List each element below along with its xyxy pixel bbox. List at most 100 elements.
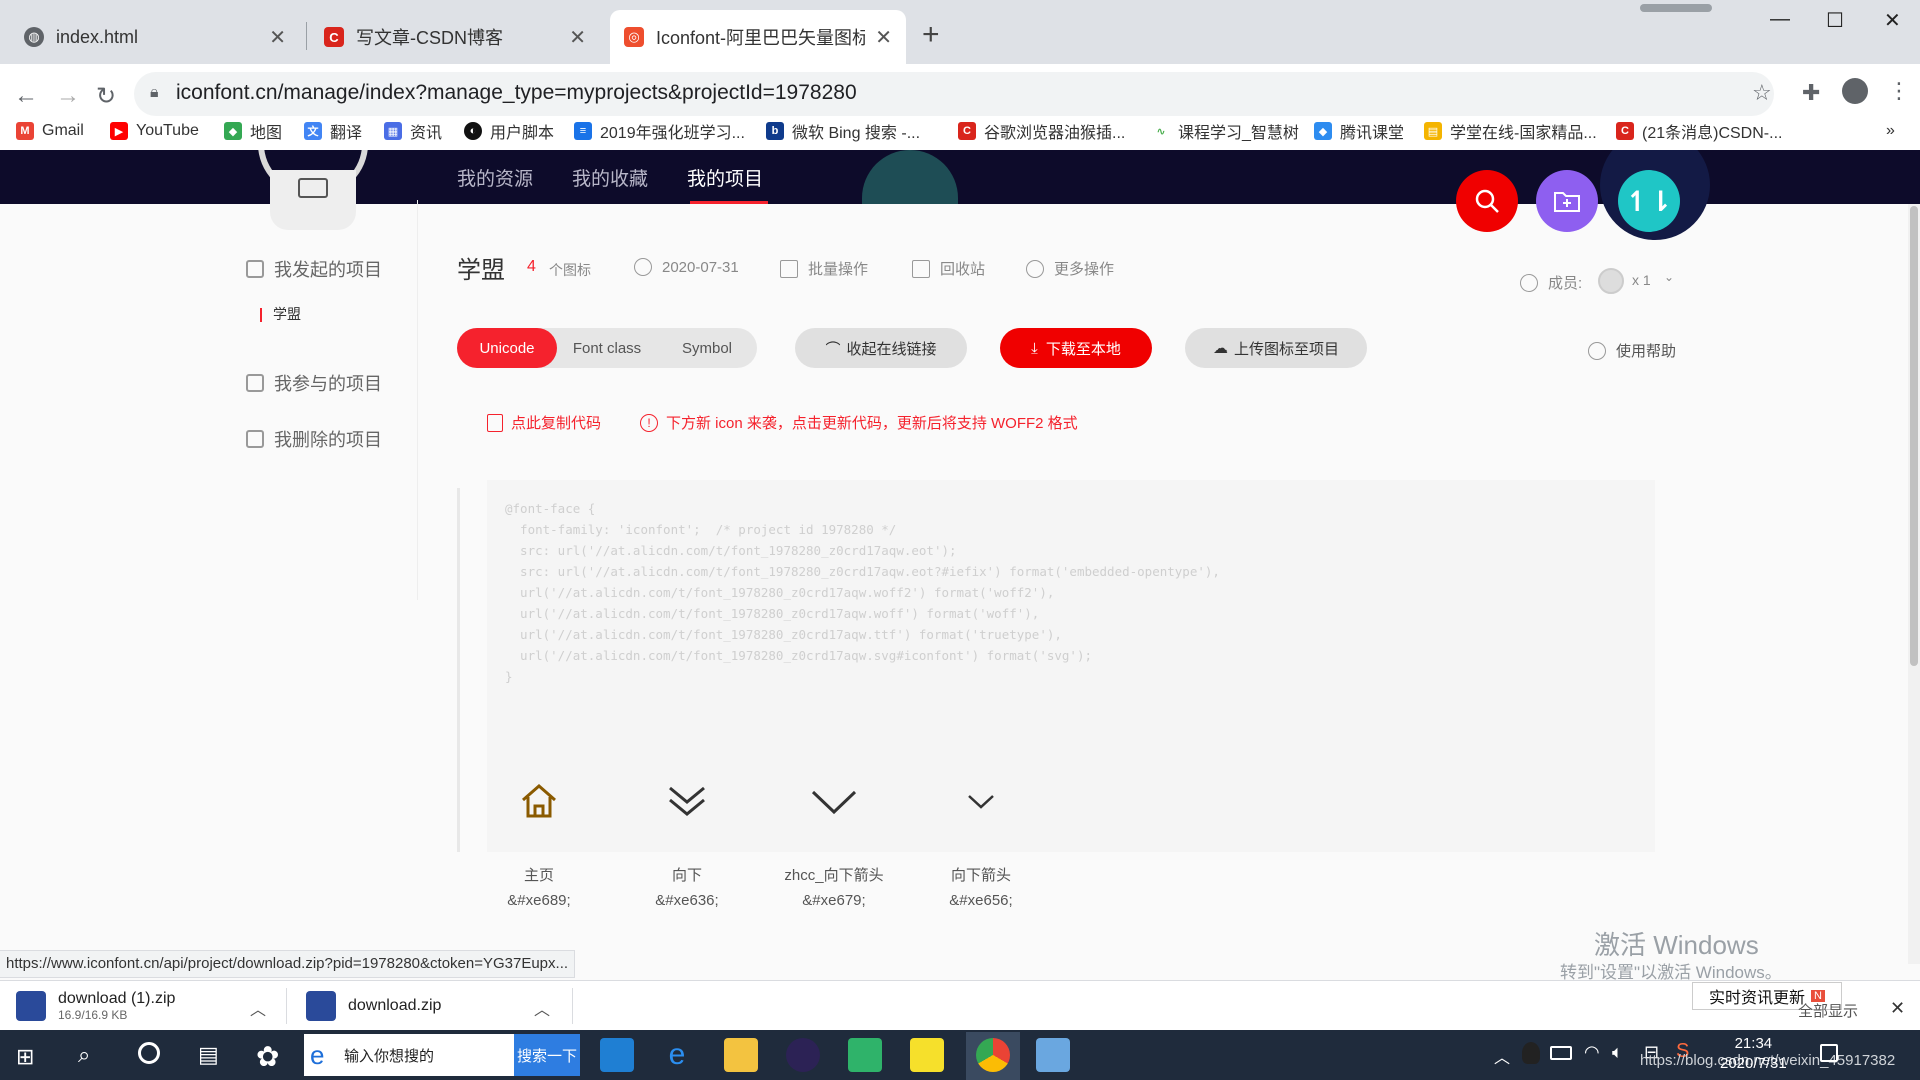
notification-center-icon[interactable] bbox=[1820, 1044, 1838, 1062]
tab-my-favorites[interactable]: 我的收藏 bbox=[572, 164, 648, 191]
trash-icon bbox=[912, 259, 930, 278]
help-link[interactable]: 使用帮助 bbox=[1588, 340, 1676, 361]
edge-icon[interactable]: e bbox=[660, 1038, 694, 1072]
star-icon[interactable]: ☆ bbox=[1752, 80, 1772, 106]
page-scrollbar-thumb[interactable] bbox=[1910, 206, 1918, 666]
browser-tab-index[interactable]: ◍ index.html ✕ bbox=[10, 10, 300, 64]
chevron-up-icon[interactable]: ︿ bbox=[250, 996, 266, 1020]
more-operations-button[interactable]: 更多操作 bbox=[1026, 258, 1114, 279]
search-icon[interactable]: ⌕ bbox=[78, 1042, 90, 1068]
account-avatar-icon[interactable] bbox=[1842, 78, 1868, 104]
tab-my-projects[interactable]: 我的项目 bbox=[687, 164, 763, 191]
cortana-icon[interactable] bbox=[138, 1042, 160, 1064]
address-url[interactable]: iconfont.cn/manage/index?manage_type=myp… bbox=[176, 81, 857, 105]
taskbar-clock[interactable]: 21:34 2020/7/31 bbox=[1720, 1034, 1787, 1074]
photos-icon[interactable] bbox=[1036, 1038, 1070, 1072]
chrome-icon[interactable] bbox=[976, 1038, 1010, 1072]
app-swirl-icon[interactable]: ✿ bbox=[256, 1040, 279, 1073]
file-explorer-icon[interactable] bbox=[724, 1038, 758, 1072]
up-down-arrows-icon: ↿⇂ bbox=[1625, 185, 1673, 217]
sidebar-my-initiated[interactable]: 我发起的项目 bbox=[246, 256, 382, 282]
double-chevron-down-icon bbox=[669, 786, 705, 816]
task-view-icon[interactable]: ▤ bbox=[198, 1042, 219, 1068]
download-item-1[interactable]: download (1).zip 16.9/16.9 KB bbox=[16, 986, 175, 1026]
gmail-icon: M bbox=[16, 122, 34, 140]
upload-icons-button[interactable]: ☁ 上传图标至项目 bbox=[1185, 328, 1367, 368]
qq-icon[interactable] bbox=[1522, 1042, 1540, 1064]
back-arrow-icon[interactable]: ← bbox=[14, 82, 38, 110]
font-face-code[interactable]: @font-face { font-family: 'iconfont'; /*… bbox=[505, 498, 1220, 687]
minimize-button[interactable]: — bbox=[1770, 8, 1790, 31]
maximize-button[interactable]: ☐ bbox=[1826, 8, 1844, 33]
bookmark-userscript[interactable]: ◐ 用户脚本 bbox=[464, 116, 554, 146]
member-avatar[interactable] bbox=[1598, 268, 1624, 294]
activate-windows-title: 激活 Windows bbox=[1594, 930, 1759, 960]
glyph-card-down[interactable] bbox=[637, 780, 737, 827]
eclipse-icon[interactable] bbox=[786, 1038, 820, 1072]
volume-icon[interactable]: 🔈︎ bbox=[1612, 1042, 1623, 1063]
wifi-icon[interactable]: ◠ bbox=[1584, 1042, 1600, 1063]
sidebar-project-xuemeng[interactable]: 学盟 bbox=[273, 304, 301, 324]
download-item-2[interactable]: download.zip bbox=[306, 986, 441, 1026]
sort-button[interactable]: ↿⇂ bbox=[1618, 170, 1680, 232]
glyph-card-down-arrow[interactable] bbox=[931, 780, 1031, 827]
bookmark-maps[interactable]: ◆ 地图 bbox=[224, 116, 282, 146]
glyph-card-zhcc-down-arrow[interactable] bbox=[784, 780, 884, 827]
search-button[interactable] bbox=[1456, 170, 1518, 232]
bookmark-bing[interactable]: b 微软 Bing 搜索 -... bbox=[766, 116, 920, 146]
bookmark-youtube[interactable]: ▶ YouTube bbox=[110, 116, 199, 146]
recycle-bin-button[interactable]: 回收站 bbox=[912, 258, 985, 279]
glyph-card-home[interactable] bbox=[489, 780, 589, 827]
extensions-icon[interactable]: ✚ bbox=[1802, 80, 1820, 106]
taskbar-search-button[interactable]: 搜索一下 bbox=[514, 1034, 580, 1076]
forward-arrow-icon[interactable]: → bbox=[56, 82, 80, 110]
copy-code-link[interactable]: 点此复制代码 bbox=[487, 412, 601, 433]
bookmark-csdn[interactable]: C (21条消息)CSDN-... bbox=[1616, 116, 1782, 146]
kebab-menu-icon[interactable]: ⋮ bbox=[1888, 78, 1910, 104]
tray-chevron-up-icon[interactable]: ︿ bbox=[1494, 1044, 1510, 1068]
chevron-up-icon[interactable]: ︿ bbox=[534, 996, 550, 1020]
close-icon[interactable]: ✕ bbox=[269, 25, 286, 50]
format-symbol-button[interactable]: Symbol bbox=[657, 328, 757, 368]
tab-my-resources[interactable]: 我的资源 bbox=[457, 164, 533, 191]
bookmark-xuetangx[interactable]: ▤ 学堂在线-国家精品... bbox=[1424, 116, 1597, 146]
camera-app-icon[interactable] bbox=[848, 1038, 882, 1072]
format-unicode-button[interactable]: Unicode bbox=[457, 328, 557, 368]
download-local-button[interactable]: ⤓ 下载至本地 bbox=[1000, 328, 1152, 368]
reload-icon[interactable]: ↻ bbox=[96, 82, 116, 111]
close-icon[interactable]: ✕ bbox=[1890, 998, 1905, 1019]
close-window-button[interactable]: ✕ bbox=[1884, 8, 1901, 33]
new-tab-button[interactable]: + bbox=[922, 18, 940, 52]
code-line: src: url('//at.alicdn.com/t/font_1978280… bbox=[505, 543, 957, 558]
windows-start-icon[interactable]: ⊞ bbox=[16, 1044, 34, 1070]
bookmarks-overflow[interactable]: » bbox=[1886, 116, 1895, 146]
bookmark-translate[interactable]: 文翻译 bbox=[304, 116, 362, 146]
show-all-downloads[interactable]: 全部显示 bbox=[1798, 1000, 1858, 1021]
sidebar-my-participated[interactable]: 我参与的项目 bbox=[246, 370, 382, 396]
close-icon[interactable]: ✕ bbox=[569, 25, 586, 50]
bookmark-gmail[interactable]: M Gmail bbox=[16, 116, 84, 146]
bookmark-2019[interactable]: ≡ 2019年强化班学习... bbox=[574, 116, 745, 146]
glyph-name: zhcc_向下箭头 bbox=[784, 867, 884, 884]
bookmark-tencent-class[interactable]: ◆ 腾讯课堂 bbox=[1314, 116, 1404, 146]
bookmark-zhihuishu[interactable]: ∿ 课程学习_智慧树 bbox=[1152, 116, 1299, 146]
bookmark-news[interactable]: ▦ 资讯 bbox=[384, 116, 442, 146]
format-fontclass-button[interactable]: Font class bbox=[557, 328, 657, 368]
taskbar-search-input[interactable]: 输入你想搜的 bbox=[304, 1034, 514, 1076]
chevron-down-icon[interactable]: ⌄ bbox=[1664, 270, 1674, 284]
vscode-icon[interactable] bbox=[600, 1038, 634, 1072]
ie-icon: e bbox=[310, 1040, 325, 1070]
batch-operations-button[interactable]: 批量操作 bbox=[780, 258, 868, 279]
update-code-notice[interactable]: ! 下方新 icon 来袭，点击更新代码，更新后将支持 WOFF2 格式 bbox=[640, 412, 1078, 433]
search-icon bbox=[1475, 189, 1499, 213]
add-to-folder-button[interactable] bbox=[1536, 170, 1598, 232]
sidebar-divider bbox=[417, 200, 418, 600]
browser-tab-iconfont[interactable]: ◎ Iconfont-阿里巴巴矢量图标库 ✕ bbox=[610, 10, 906, 64]
browser-tab-csdn[interactable]: C 写文章-CSDN博客 ✕ bbox=[310, 10, 600, 64]
battery-icon[interactable] bbox=[1550, 1046, 1572, 1060]
collapse-link-button[interactable]: ⌒ 收起在线链接 bbox=[795, 328, 967, 368]
close-icon[interactable]: ✕ bbox=[875, 25, 892, 50]
bookmark-tampermonkey[interactable]: C 谷歌浏览器油猴插... bbox=[958, 116, 1125, 146]
sidebar-my-deleted[interactable]: 我删除的项目 bbox=[246, 426, 382, 452]
sticky-notes-icon[interactable] bbox=[910, 1038, 944, 1072]
